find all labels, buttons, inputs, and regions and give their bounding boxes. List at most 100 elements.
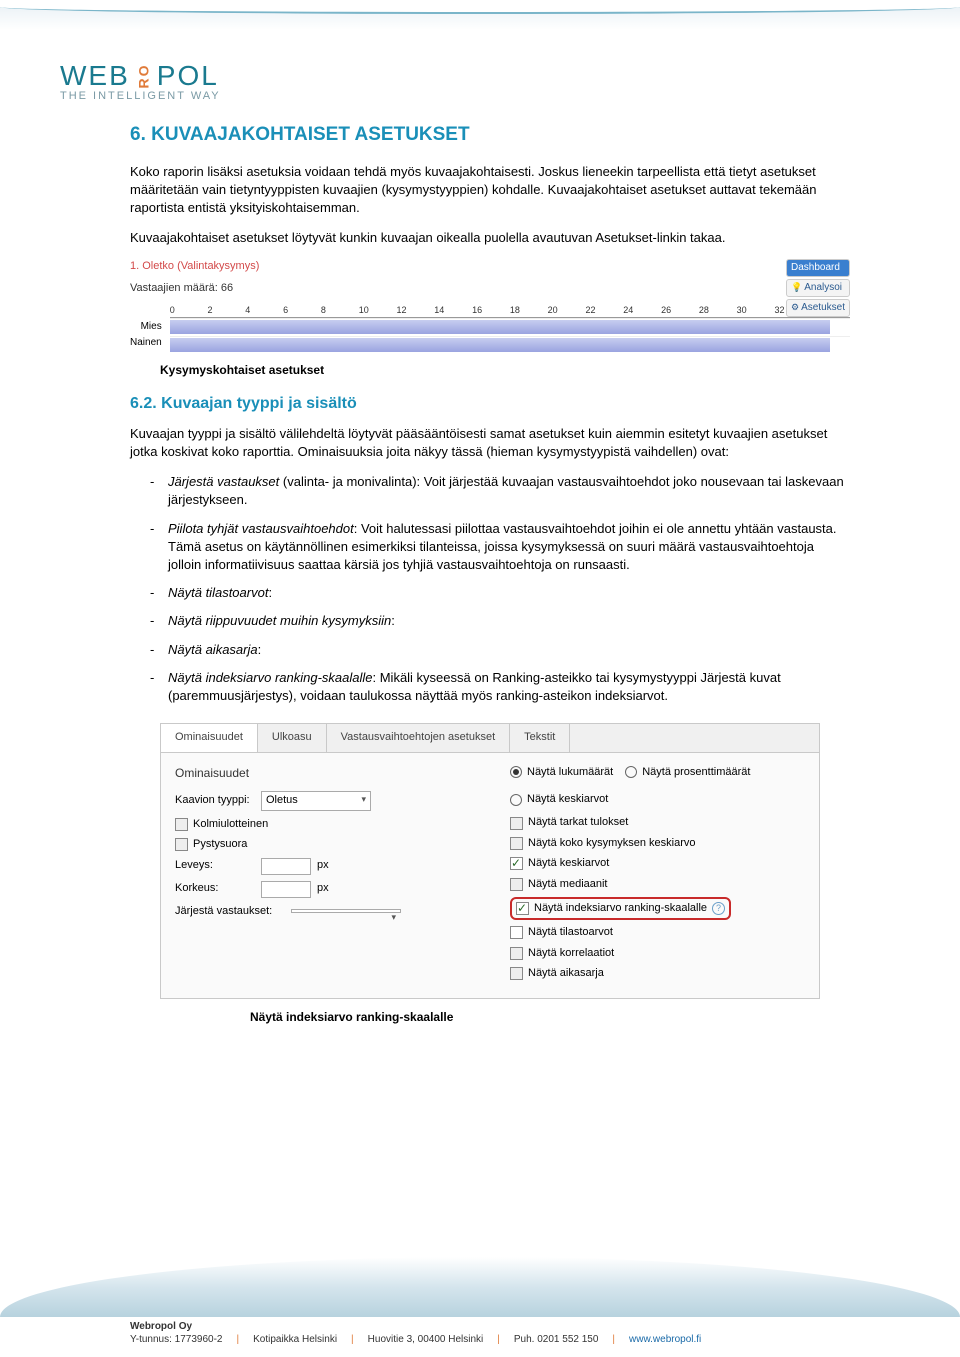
width-row: Leveys: px	[175, 858, 470, 875]
chart-bar-row	[170, 318, 850, 336]
footer: Webropol Oy Y-tunnus: 1773960-2|Kotipaik…	[130, 1321, 920, 1345]
dashboard-button[interactable]: Dashboard	[786, 259, 850, 277]
bullet-item: Näytä aikasarja:	[150, 641, 850, 659]
width-input[interactable]	[261, 858, 311, 875]
settings-button[interactable]: Asetukset	[786, 299, 850, 317]
checkbox-option: Näytä indeksiarvo ranking-skaalalle?	[510, 897, 805, 920]
logo: WEBROPOL THE INTELLIGENT WAY	[60, 60, 221, 102]
radio[interactable]	[510, 794, 522, 806]
panel-heading: Ominaisuudet	[175, 765, 470, 782]
radio-group: Näytä lukumäärät Näytä prosenttimäärät Näy…	[510, 765, 805, 808]
page: WEBROPOL THE INTELLIGENT WAY 6. KUVAAJAK…	[0, 0, 960, 1357]
section-number: 6.	[130, 124, 146, 145]
radio-label: Näytä prosenttimäärät	[642, 765, 750, 780]
tab-vastausvaihtoehtojen-asetukset[interactable]: Vastausvaihtoehtojen asetukset	[327, 724, 511, 751]
sort-label: Järjestä vastaukset:	[175, 904, 285, 919]
radio[interactable]	[625, 766, 637, 778]
footer-separator: |	[237, 1334, 240, 1345]
three-d-label: Kolmiulotteinen	[193, 817, 268, 832]
bullet-lead: Näytä indeksiarvo ranking-skaalalle	[168, 670, 373, 685]
vertical-checkbox[interactable]	[175, 838, 188, 851]
subsection-paragraph: Kuvaajan tyyppi ja sisältö välilehdeltä …	[130, 425, 850, 461]
checkbox-label: Näytä indeksiarvo ranking-skaalalle	[534, 901, 707, 916]
radio-option: Näytä prosenttimäärät	[625, 765, 750, 780]
chart-bar	[170, 338, 830, 352]
three-d-option: Kolmiulotteinen	[175, 817, 470, 832]
checkbox[interactable]	[510, 926, 523, 939]
help-icon[interactable]: ?	[712, 902, 725, 915]
content: 6. KUVAAJAKOHTAISET ASETUKSET Koko rapor…	[0, 112, 960, 1076]
settings-panel: OminaisuudetUlkoasuVastausvaihtoehtojen …	[160, 723, 820, 999]
footer-part: Y-tunnus: 1773960-2	[130, 1334, 223, 1345]
footer-part[interactable]: www.webropol.fi	[629, 1334, 701, 1345]
chart-axis: 0246810121416182022242628303234	[170, 304, 850, 318]
subsection-heading: 6.2. Kuvaajan tyyppi ja sisältö	[130, 393, 850, 415]
footer-wave	[0, 1257, 960, 1317]
checkbox[interactable]	[510, 857, 523, 870]
checkbox[interactable]	[510, 817, 523, 830]
checkbox-label: Näytä tilastoarvot	[528, 925, 613, 940]
width-label: Leveys:	[175, 858, 255, 873]
height-unit: px	[317, 881, 329, 896]
analyze-button[interactable]: Analysoi	[786, 279, 850, 297]
radio-option: Näytä keskiarvot	[510, 792, 608, 807]
footer-separator: |	[351, 1334, 354, 1345]
panel-tabs: OminaisuudetUlkoasuVastausvaihtoehtojen …	[161, 724, 819, 752]
section-paragraph-2: Kuvaajakohtaiset asetukset löytyvät kunk…	[130, 229, 850, 247]
vertical-option: Pystysuora	[175, 837, 470, 852]
chart-type-row: Kaavion tyyppi: Oletus	[175, 791, 470, 810]
logo-subtitle: THE INTELLIGENT WAY	[60, 90, 221, 102]
bullet-list: Järjestä vastaukset (valinta- ja monival…	[150, 473, 850, 705]
chart-area: 0246810121416182022242628303234	[170, 304, 850, 354]
tab-tekstit[interactable]: Tekstit	[510, 724, 570, 751]
axis-tick: 10	[359, 304, 397, 317]
bullet-rest: :	[258, 642, 262, 657]
checkbox-label: Näytä korrelaatiot	[528, 946, 614, 961]
subsection-title: Kuvaajan tyyppi ja sisältö	[161, 395, 357, 412]
top-curve	[0, 0, 960, 30]
radio[interactable]	[510, 766, 522, 778]
footer-line: Y-tunnus: 1773960-2|Kotipaikka Helsinki|…	[130, 1334, 920, 1345]
section-paragraph-1: Koko raporin lisäksi asetuksia voidaan t…	[130, 163, 850, 218]
tab-ominaisuudet[interactable]: Ominaisuudet	[161, 724, 258, 751]
sort-select[interactable]	[291, 909, 401, 913]
axis-tick: 28	[699, 304, 737, 317]
checkbox[interactable]	[510, 947, 523, 960]
axis-tick: 22	[585, 304, 623, 317]
bullet-lead: Näytä tilastoarvot	[168, 585, 268, 600]
checkbox[interactable]	[516, 902, 529, 915]
sort-row: Järjestä vastaukset:	[175, 904, 470, 919]
chart-type-select[interactable]: Oletus	[261, 791, 371, 810]
footer-separator: |	[497, 1334, 500, 1345]
chart-label-nainen: Nainen	[130, 336, 162, 350]
vertical-label: Pystysuora	[193, 837, 247, 852]
height-row: Korkeus: px	[175, 881, 470, 898]
checkbox[interactable]	[510, 837, 523, 850]
three-d-checkbox[interactable]	[175, 818, 188, 831]
width-unit: px	[317, 858, 329, 873]
checkbox-option: Näytä koko kysymyksen keskiarvo	[510, 836, 805, 851]
footer-part: Huovitie 3, 00400 Helsinki	[368, 1334, 484, 1345]
radio-option: Näytä lukumäärät	[510, 765, 613, 780]
chart-y-labels: Mies Nainen	[130, 304, 162, 354]
axis-tick: 18	[510, 304, 548, 317]
bullet-rest: :	[268, 585, 272, 600]
axis-tick: 16	[472, 304, 510, 317]
tab-ulkoasu[interactable]: Ulkoasu	[258, 724, 327, 751]
checkbox[interactable]	[510, 878, 523, 891]
radio-label: Näytä keskiarvot	[527, 792, 608, 807]
checkbox-option: Näytä tarkat tulokset	[510, 815, 805, 830]
axis-tick: 6	[283, 304, 321, 317]
checkbox[interactable]	[510, 967, 523, 980]
bullet-item: Piilota tyhjät vastausvaihtoehdot: Voit …	[150, 520, 850, 575]
axis-tick: 30	[737, 304, 775, 317]
axis-tick: 8	[321, 304, 359, 317]
checkbox-option: Näytä keskiarvot	[510, 856, 805, 871]
panel-body: Ominaisuudet Kaavion tyyppi: Oletus Kolm…	[161, 753, 819, 999]
bullet-item: Järjestä vastaukset (valinta- ja monival…	[150, 473, 850, 509]
bullet-lead: Järjestä vastaukset	[168, 474, 279, 489]
bullet-item: Näytä riippuvuudet muihin kysymyksiin:	[150, 612, 850, 630]
height-input[interactable]	[261, 881, 311, 898]
axis-tick: 2	[208, 304, 246, 317]
checkbox-label: Näytä keskiarvot	[528, 856, 609, 871]
